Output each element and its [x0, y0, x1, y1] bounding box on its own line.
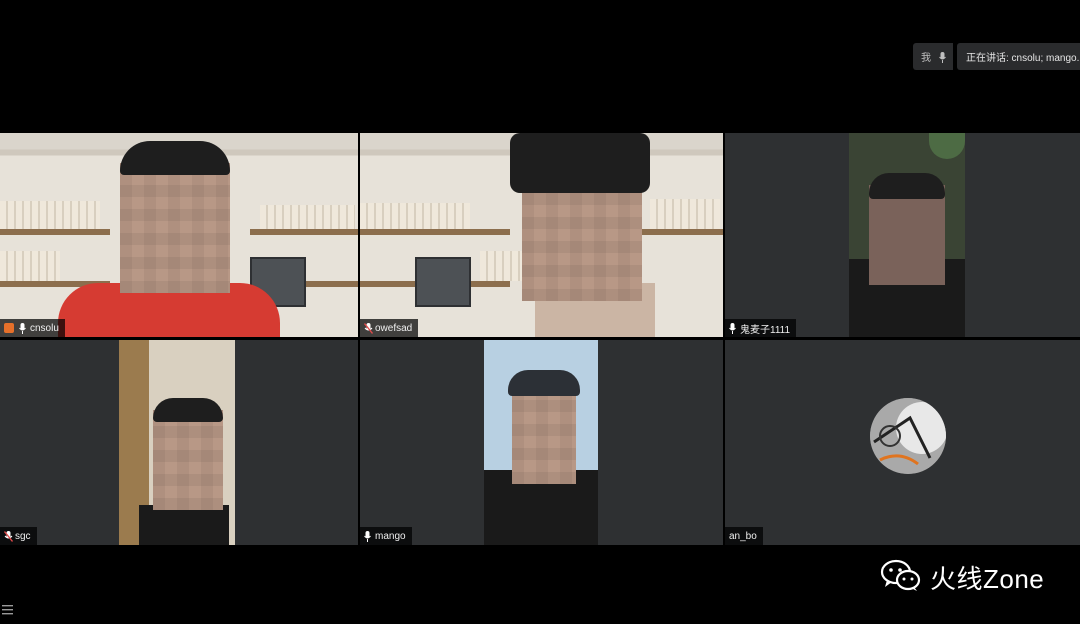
watermark-text: 火线Zone: [930, 564, 1045, 594]
video-feed: [119, 340, 235, 545]
participant-face: [512, 384, 576, 484]
mic-icon: [939, 51, 946, 63]
participant-tile-mango[interactable]: mango: [360, 340, 723, 545]
books: [0, 201, 100, 229]
active-speakers-text: 正在讲话: cnsolu; mango...: [966, 53, 1080, 64]
participant-hair: [153, 398, 223, 422]
host-badge-icon: [4, 323, 14, 333]
self-audio-pill[interactable]: 我: [913, 43, 953, 70]
participant-tile-sgc[interactable]: sgc: [0, 340, 358, 545]
mic-icon: [19, 323, 26, 334]
shelf: [360, 229, 510, 235]
participant-hair: [869, 173, 945, 199]
participant-name: 鬼麦子1111: [740, 324, 791, 336]
participant-hair: [510, 133, 650, 193]
background-plant: [929, 133, 965, 159]
participant-name: mango: [375, 530, 406, 542]
mic-icon: [364, 531, 371, 542]
self-label: 我: [921, 53, 931, 64]
name-tag: 鬼麦子1111: [725, 319, 797, 337]
participant-name: an_bo: [729, 530, 757, 542]
video-feed: [484, 340, 598, 545]
participant-tile-cnsolu[interactable]: cnsolu: [0, 133, 358, 337]
participant-hair: [120, 141, 230, 175]
participant-tile-guimaizi[interactable]: 鬼麦子1111: [725, 133, 1080, 337]
books: [650, 199, 720, 229]
books: [360, 203, 470, 229]
books: [0, 251, 60, 281]
participant-name: sgc: [15, 530, 31, 542]
participant-face: [120, 163, 230, 293]
participant-body: [139, 505, 229, 545]
shelf: [640, 229, 723, 235]
participant-name: cnsolu: [30, 322, 59, 334]
shelf: [0, 229, 110, 235]
participant-name: owefsad: [375, 322, 413, 334]
participant-tile-an-bo[interactable]: an_bo: [725, 340, 1080, 545]
watermark: 火线Zone: [880, 558, 1044, 597]
video-grid: cnsolu owefsad 鬼麦子1111 sgc mango an_bo: [0, 133, 1080, 545]
name-tag: an_bo: [725, 527, 763, 545]
participant-face: [153, 410, 223, 510]
name-tag: cnsolu: [0, 319, 65, 337]
mic-icon: [729, 323, 736, 334]
monitor: [415, 257, 471, 307]
name-tag: sgc: [0, 527, 37, 545]
name-tag: owefsad: [360, 319, 419, 337]
video-feed: [849, 133, 965, 337]
books: [260, 205, 355, 229]
mic-muted-icon: [364, 323, 373, 334]
name-tag: mango: [360, 527, 412, 545]
list-icon[interactable]: [2, 604, 13, 618]
speaker-indicator-bar: 我 正在讲话: cnsolu; mango...: [913, 43, 1080, 70]
wechat-icon: [880, 558, 922, 597]
participant-tile-owefsad[interactable]: owefsad: [360, 133, 723, 337]
active-speakers-label: 正在讲话: cnsolu; mango...: [957, 43, 1080, 70]
avatar: [870, 398, 946, 474]
participant-face: [869, 185, 945, 285]
mic-muted-icon: [4, 531, 13, 542]
participant-hair: [508, 370, 580, 396]
shelf: [250, 229, 358, 235]
